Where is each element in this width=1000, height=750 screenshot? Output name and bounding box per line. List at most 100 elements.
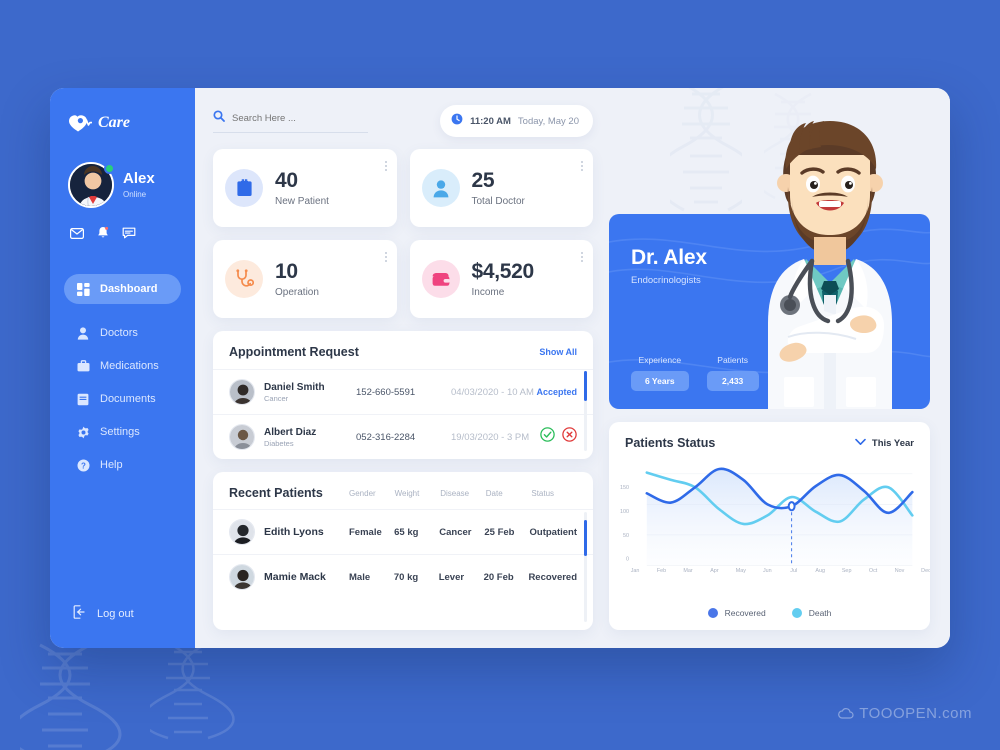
patient-avatar: [230, 565, 254, 589]
chart-range-label: This Year: [871, 437, 914, 449]
avatar: [229, 564, 255, 590]
hero-text: Dr. Alex Endocrinologists: [609, 214, 930, 286]
clock-icon: [451, 112, 463, 130]
logout-label: Log out: [97, 607, 134, 620]
legend-label: Recovered: [724, 608, 766, 618]
x-circle-icon[interactable]: [562, 427, 577, 447]
patient-avatar: [230, 425, 254, 449]
table-row[interactable]: Edith Lyons Female 65 kg Cancer 25 Feb O…: [213, 509, 593, 554]
gear-icon: [76, 426, 90, 439]
hero-stat-patients: Patients 2,433: [706, 355, 759, 391]
search-bar[interactable]: [213, 109, 368, 133]
search-input[interactable]: [232, 112, 368, 124]
doctor-stats: Experience 6 Years Patients 2,433 Review…: [631, 355, 829, 391]
clock-time: 11:20 AM: [470, 115, 511, 127]
clipboard-icon-bg: [225, 169, 263, 207]
sidebar-profile[interactable]: Alex Online: [50, 162, 195, 208]
patients-status-chart: [623, 460, 916, 604]
sidebar-item-doctors[interactable]: Doctors: [64, 318, 181, 348]
column-header-weight: Weight: [394, 488, 420, 498]
cell-status: Outpatient: [529, 526, 578, 538]
panel-title: Recent Patients: [229, 486, 323, 500]
grid-icon: [76, 282, 90, 296]
table-row[interactable]: Mamie Mack Male 70 kg Lever 20 Feb Recov…: [213, 554, 593, 599]
patient-name: Edith Lyons: [264, 526, 324, 538]
column-header-disease: Disease: [440, 488, 470, 498]
online-status-dot: [104, 163, 115, 174]
top-bar: 11:20 AM Today, May 20: [213, 105, 593, 137]
appointment-request-panel: Appointment Request Show All Daniel Smit…: [213, 331, 593, 459]
cell-weight: 70 kg: [393, 571, 419, 583]
sidebar-item-label: Settings: [100, 426, 140, 438]
sidebar-item-documents[interactable]: Documents: [64, 384, 181, 414]
chart-range-selector[interactable]: This Year: [855, 438, 914, 449]
cell-disease: Cancer: [439, 526, 472, 538]
card-menu-button[interactable]: [581, 252, 583, 262]
mail-icon[interactable]: [70, 226, 85, 244]
table-column-headers: Gender Weight Disease Date Status: [349, 489, 577, 498]
doctor-icon: [76, 326, 90, 340]
stat-card-new-patient[interactable]: 40 New Patient: [213, 149, 397, 227]
card-menu-button[interactable]: [384, 252, 387, 262]
card-menu-button[interactable]: [581, 161, 583, 171]
heart-pulse-icon: [69, 115, 92, 132]
cell-status: Recovered: [528, 571, 578, 583]
stat-card-total-doctor[interactable]: 25 Total Doctor: [409, 149, 593, 227]
doctor-role: Endocrinologists: [631, 275, 701, 286]
sidebar-item-label: Doctors: [100, 327, 138, 339]
appointment-datetime: 04/03/2020 - 10 AM: [451, 386, 534, 398]
hero-stat-label: Experience: [638, 355, 682, 365]
bell-icon[interactable]: [97, 226, 109, 244]
cell-gender: Male: [349, 571, 371, 583]
scrollbar-thumb[interactable]: [584, 371, 587, 401]
doctor-name: Dr. Alex: [631, 246, 707, 269]
legend-label: Death: [808, 608, 832, 618]
brand-name: Care: [98, 114, 130, 131]
table-row[interactable]: Albert Diaz Diabetes 052-316-2284 19/03/…: [213, 414, 593, 459]
chart-marker[interactable]: [789, 502, 795, 510]
stat-value: 40: [275, 168, 298, 192]
table-row[interactable]: Daniel Smith Cancer 152-660-5591 04/03/2…: [213, 369, 593, 414]
recent-patients-header: Recent Patients Gender Weight Disease Da…: [213, 472, 593, 509]
left-column: 11:20 AM Today, May 20 40: [213, 105, 593, 630]
stat-cards: 40 New Patient 25 Total Doctor 10 Operat…: [213, 149, 593, 318]
cloud-icon: [838, 707, 854, 719]
stat-label: Income: [471, 286, 505, 298]
show-all-link[interactable]: Show All: [539, 347, 577, 357]
sidebar-item-label: Dashboard: [100, 283, 158, 295]
legend-item-death[interactable]: Death: [791, 608, 832, 618]
stat-label: Total Doctor: [471, 195, 525, 207]
legend-item-recovered[interactable]: Recovered: [707, 608, 766, 618]
right-column: Dr. Alex Endocrinologists Experience 6 Y…: [609, 106, 930, 630]
logout-icon: [72, 605, 87, 622]
chart-legend: Recovered Death: [609, 604, 930, 630]
sidebar-item-medications[interactable]: Medications: [64, 351, 181, 381]
avatar: [229, 379, 255, 405]
clipboard-icon: [236, 179, 252, 196]
card-menu-button[interactable]: [384, 161, 387, 171]
stat-card-operation[interactable]: 10 Operation: [213, 240, 397, 318]
hero-stat-experience: Experience 6 Years: [631, 355, 689, 391]
patient-condition: Cancer: [264, 393, 289, 403]
chat-icon[interactable]: [122, 226, 136, 244]
sidebar-item-help[interactable]: ? Help: [64, 450, 181, 480]
sidebar-item-settings[interactable]: Settings: [64, 417, 181, 447]
cell-date: 20 Feb: [483, 571, 514, 583]
patient-name: Albert Diaz: [264, 426, 317, 438]
stat-card-income[interactable]: $4,520 Income: [409, 240, 593, 318]
chart-header: Patients Status This Year: [609, 422, 930, 460]
cell-weight: 65 kg: [394, 526, 419, 538]
scrollbar-thumb[interactable]: [584, 520, 587, 556]
sidebar-item-dashboard[interactable]: Dashboard: [64, 274, 181, 304]
logout-button[interactable]: Log out: [50, 605, 195, 622]
appointment-patient: Daniel Smith Cancer: [264, 382, 356, 403]
legend-dot: [707, 608, 718, 618]
search-icon: [213, 109, 225, 127]
profile-name: Alex: [123, 170, 155, 188]
stat-label: New Patient: [275, 195, 329, 207]
recent-patients-panel: Recent Patients Gender Weight Disease Da…: [213, 472, 593, 630]
stat-label: Operation: [275, 286, 319, 298]
check-circle-icon[interactable]: [540, 427, 555, 447]
stat-value: 25: [471, 168, 495, 192]
brand-logo[interactable]: Care: [50, 114, 195, 132]
